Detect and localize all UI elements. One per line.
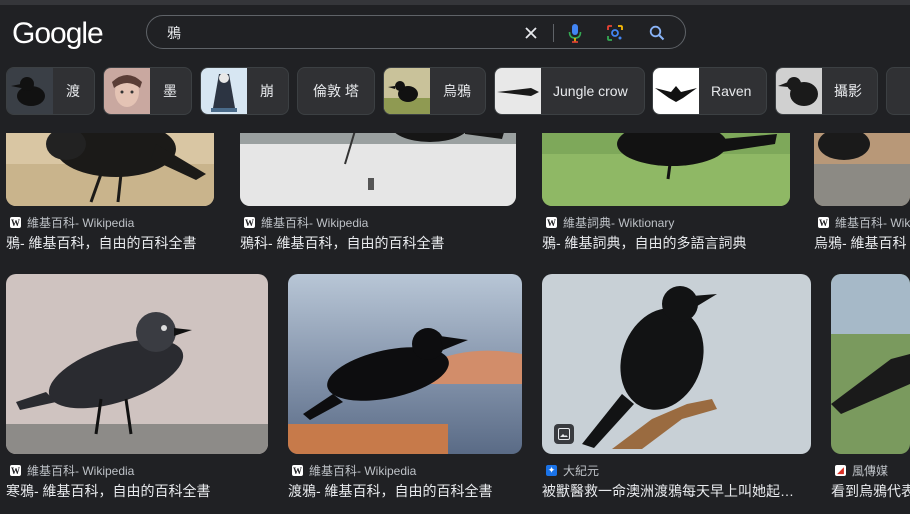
result-source[interactable]: W 維基百科- Wikipedia [244, 214, 368, 231]
chip-du[interactable]: 渡 [6, 67, 95, 115]
chip-photography[interactable]: 攝影 [775, 67, 878, 115]
result-title[interactable]: 鴉- 維基詞典，自由的多語言詞典 [542, 233, 790, 253]
chip-thumbnail [7, 68, 53, 114]
result-title[interactable]: 渡鴉- 維基百科，自由的百科全書 [288, 481, 522, 501]
result-image[interactable] [288, 274, 522, 454]
result-source[interactable]: W 維基百科- Wikipedia [10, 214, 134, 231]
search-header: Google 鴉 渡 墨 崩 倫敦 塔 烏鴉 Jungle crow Raven… [0, 5, 910, 133]
result-title[interactable]: 看到烏鴉代表 [831, 481, 910, 501]
search-input[interactable] [167, 22, 507, 44]
chip-jungle-crow[interactable]: Jungle crow [494, 67, 645, 115]
wikipedia-favicon-icon: W [10, 217, 21, 228]
result-image[interactable] [831, 274, 910, 454]
search-icon[interactable] [645, 21, 669, 45]
result-source[interactable]: ✦ 大紀元 [546, 462, 599, 479]
wikipedia-favicon-icon: W [244, 217, 255, 228]
wiktionary-favicon-icon: W [546, 217, 557, 228]
result-source[interactable]: W 維基詞典- Wiktionary [546, 214, 674, 231]
result-title[interactable]: 烏鴉- 維基百科 [814, 233, 910, 253]
result-source[interactable]: W 維基百科- Wiki [818, 214, 910, 231]
result-source[interactable]: W 維基百科- Wikipedia [292, 462, 416, 479]
result-title[interactable]: 鴉科- 維基百科，自由的百科全書 [240, 233, 516, 253]
chip-wuya[interactable]: 烏鴉 [383, 67, 486, 115]
chip-thumbnail [653, 68, 699, 114]
chip-thumbnail [384, 68, 430, 114]
result-image[interactable] [542, 274, 811, 454]
wikipedia-favicon-icon: W [818, 217, 829, 228]
close-icon[interactable] [519, 21, 543, 45]
wikipedia-favicon-icon: W [292, 465, 303, 476]
microphone-icon[interactable] [563, 21, 587, 45]
storm-media-favicon-icon: ◢ [835, 465, 846, 476]
chip-mo[interactable]: 墨 [103, 67, 192, 115]
result-image[interactable] [6, 274, 268, 454]
result-card[interactable]: ✦ 大紀元 被獸醫救一命澳洲渡鴉每天早上叫她起… [542, 274, 811, 504]
related-chips-bar: 渡 墨 崩 倫敦 塔 烏鴉 Jungle crow Raven 攝影 [0, 67, 910, 115]
epoch-times-favicon-icon: ✦ [546, 465, 557, 476]
chip-raven[interactable]: Raven [652, 67, 767, 115]
result-title[interactable]: 鴉- 維基百科，自由的百科全書 [6, 233, 214, 253]
search-box[interactable] [146, 15, 686, 49]
result-card[interactable]: W 維基百科- Wikipedia 寒鴉- 維基百科，自由的百科全書 [6, 274, 268, 504]
result-source[interactable]: W 維基百科- Wikipedia [10, 462, 134, 479]
search-divider [553, 24, 554, 42]
chip-thumbnail [495, 68, 541, 114]
chip-thumbnail [104, 68, 150, 114]
wikipedia-favicon-icon: W [10, 465, 21, 476]
chip-overflow[interactable] [886, 67, 910, 115]
chip-thumbnail [776, 68, 822, 114]
google-lens-icon[interactable] [603, 21, 627, 45]
result-card[interactable]: ◢ 風傳媒 看到烏鴉代表 [831, 274, 910, 504]
result-title[interactable]: 被獸醫救一命澳洲渡鴉每天早上叫她起… [542, 481, 811, 501]
google-logo[interactable]: Google [12, 17, 104, 51]
image-badge-icon [554, 424, 574, 444]
result-source[interactable]: ◢ 風傳媒 [835, 462, 888, 479]
chip-beng[interactable]: 崩 [200, 67, 289, 115]
result-title[interactable]: 寒鴉- 維基百科，自由的百科全書 [6, 481, 268, 501]
chip-tower-of-london[interactable]: 倫敦 塔 [297, 67, 375, 115]
chip-thumbnail [201, 68, 247, 114]
result-card[interactable]: W 維基百科- Wikipedia 渡鴉- 維基百科，自由的百科全書 [288, 274, 522, 504]
